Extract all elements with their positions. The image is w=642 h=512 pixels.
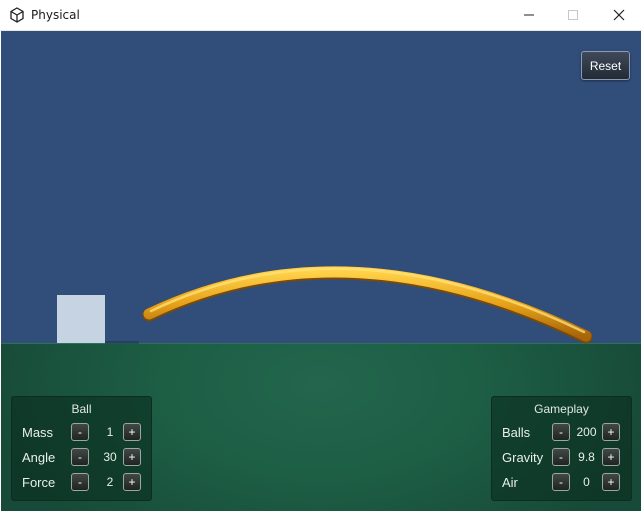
air-value: 0 <box>583 475 590 489</box>
ball-panel-title: Ball <box>71 402 92 416</box>
force-increase-button[interactable]: + <box>123 473 141 491</box>
angle-row: Angle - 30 + <box>12 448 151 468</box>
gravity-decrease-button[interactable]: - <box>552 448 570 466</box>
balls-row: Balls - 200 + <box>492 423 631 443</box>
reset-button[interactable]: Reset <box>581 51 630 80</box>
air-increase-button[interactable]: + <box>602 473 620 491</box>
mass-increase-button[interactable]: + <box>123 423 141 441</box>
air-decrease-button[interactable]: - <box>552 473 570 491</box>
mass-row: Mass - 1 + <box>12 423 151 443</box>
gravity-row: Gravity - 9.8 + <box>492 448 631 468</box>
mass-label: Mass <box>22 425 54 440</box>
gravity-label: Gravity <box>502 450 544 465</box>
air-row: Air - 0 + <box>492 473 631 493</box>
balls-decrease-button[interactable]: - <box>552 423 570 441</box>
angle-increase-button[interactable]: + <box>123 448 141 466</box>
gravity-value: 9.8 <box>578 450 595 464</box>
angle-label: Angle <box>22 450 56 465</box>
minimize-icon <box>524 14 534 16</box>
balls-label: Balls <box>502 425 531 440</box>
window-titlebar: Physical <box>0 0 642 31</box>
balls-increase-button[interactable]: + <box>602 423 620 441</box>
force-decrease-button[interactable]: - <box>71 473 89 491</box>
ball-panel: Ball Mass - 1 + Angle - 30 + Force - 2 + <box>11 396 152 501</box>
maximize-button[interactable] <box>550 0 596 30</box>
mass-decrease-button[interactable]: - <box>71 423 89 441</box>
close-icon <box>613 9 625 21</box>
force-row: Force - 2 + <box>12 473 151 493</box>
maximize-icon <box>568 10 578 20</box>
angle-decrease-button[interactable]: - <box>71 448 89 466</box>
unity-logo-icon <box>10 7 24 23</box>
force-label: Force <box>22 475 56 490</box>
gameplay-panel: Gameplay Balls - 200 + Gravity - 9.8 + A… <box>491 396 632 501</box>
balls-value: 200 <box>576 425 597 439</box>
air-label: Air <box>502 475 518 490</box>
window-title: Physical <box>31 8 80 22</box>
gravity-increase-button[interactable]: + <box>602 448 620 466</box>
close-button[interactable] <box>596 0 642 30</box>
gameplay-panel-title: Gameplay <box>534 402 589 416</box>
minimize-button[interactable] <box>506 0 552 30</box>
game-viewport[interactable]: Reset Ball Mass - 1 + Angle - 30 + Force… <box>1 31 641 511</box>
